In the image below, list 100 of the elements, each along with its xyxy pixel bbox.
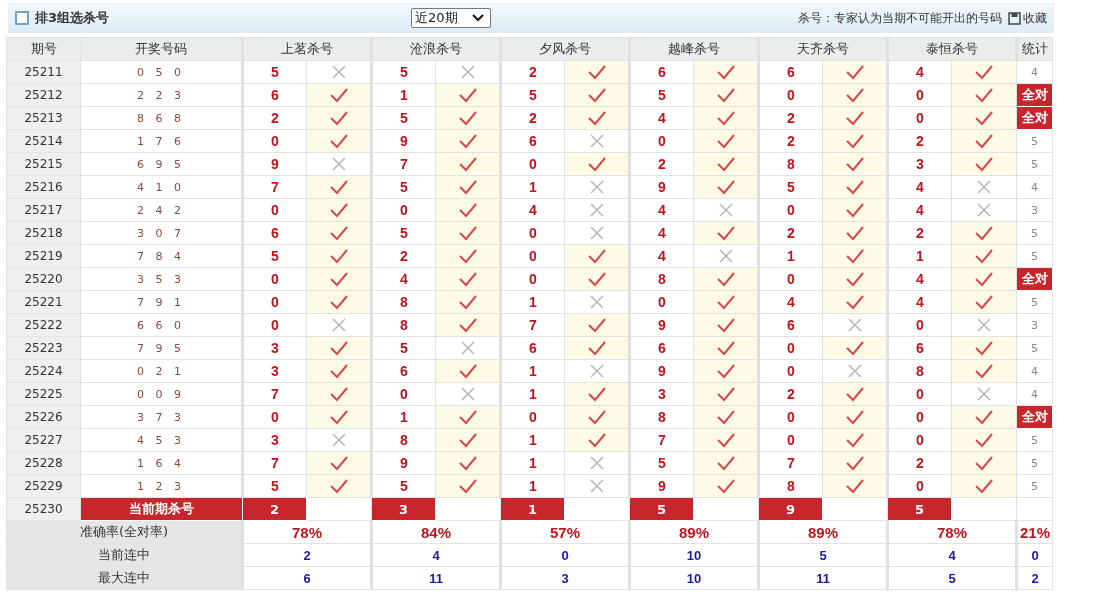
check-icon: [844, 179, 865, 195]
check-icon: [844, 248, 865, 264]
column-header: 期号: [6, 37, 81, 61]
check-icon: [844, 294, 865, 310]
summary-value: 10: [629, 543, 759, 567]
check-icon: [715, 386, 736, 402]
check-icon: [457, 455, 478, 471]
column-header: 夕风杀号: [500, 37, 630, 61]
check-icon: [586, 64, 607, 80]
check-icon: [715, 317, 736, 333]
summary-value: 0: [500, 543, 630, 567]
check-icon: [457, 225, 478, 241]
period-cell: 25226: [6, 405, 81, 429]
cross-icon: [589, 134, 604, 149]
check-icon: [974, 455, 994, 471]
summary-value: 2: [242, 543, 372, 567]
cross-icon: [331, 157, 346, 172]
check-icon: [715, 363, 736, 379]
check-icon: [844, 156, 865, 172]
check-icon: [974, 156, 994, 172]
check-icon: [586, 317, 607, 333]
check-icon: [457, 409, 478, 425]
check-icon: [974, 87, 994, 103]
check-icon: [457, 87, 478, 103]
cross-icon: [589, 364, 604, 379]
check-icon: [586, 409, 607, 425]
period-cell: 25222: [6, 313, 81, 337]
summary-label: 当前连中: [6, 543, 243, 567]
summary-value: 89%: [629, 520, 759, 544]
check-icon: [715, 294, 736, 310]
period-cell: 25211: [6, 60, 81, 84]
check-icon: [715, 156, 736, 172]
summary-value: 5: [887, 566, 1017, 590]
check-icon: [715, 87, 736, 103]
check-icon: [586, 432, 607, 448]
check-icon: [974, 340, 994, 356]
check-icon: [457, 317, 478, 333]
summary-total: 0: [1016, 543, 1053, 567]
check-icon: [715, 64, 736, 80]
check-icon: [328, 294, 349, 310]
bookmark-link[interactable]: 收藏: [1008, 9, 1047, 27]
check-icon: [715, 133, 736, 149]
summary-label: 准确率(全对率): [6, 520, 243, 544]
column-header: 泰恒杀号: [887, 37, 1017, 61]
period-select[interactable]: 近20期: [411, 8, 492, 28]
kill-number-note: 杀号：专家认为当期不可能开出的号码: [798, 9, 1002, 27]
period-cell: 25213: [6, 106, 81, 130]
cross-icon: [331, 433, 346, 448]
check-icon: [844, 225, 865, 241]
cross-icon: [847, 318, 862, 333]
check-icon: [457, 133, 478, 149]
summary-value: 78%: [242, 520, 372, 544]
check-icon: [586, 110, 607, 126]
cross-icon: [460, 341, 475, 356]
check-icon: [457, 156, 478, 172]
column-header: 天齐杀号: [758, 37, 888, 61]
summary-total: 2: [1016, 566, 1053, 590]
check-icon: [974, 110, 994, 126]
cross-icon: [589, 456, 604, 471]
check-icon: [844, 64, 865, 80]
check-icon: [974, 478, 994, 494]
check-icon: [974, 64, 994, 80]
period-cell: 25215: [6, 152, 81, 176]
column-header: 越峰杀号: [629, 37, 759, 61]
cross-icon: [977, 318, 991, 333]
check-icon: [974, 225, 994, 241]
check-icon: [715, 225, 736, 241]
check-icon: [974, 363, 994, 379]
check-icon: [844, 409, 865, 425]
period-cell: 25212: [6, 83, 81, 107]
check-icon: [328, 386, 349, 402]
cross-icon: [589, 203, 604, 218]
cross-icon: [847, 364, 862, 379]
period-cell: 25229: [6, 474, 81, 498]
cross-icon: [977, 203, 991, 218]
check-icon: [715, 478, 736, 494]
check-icon: [457, 202, 478, 218]
check-icon: [328, 455, 349, 471]
cross-icon: [331, 318, 346, 333]
check-icon: [844, 478, 865, 494]
check-icon: [844, 271, 865, 287]
check-icon: [328, 340, 349, 356]
cross-icon: [589, 479, 604, 494]
summary-value: 10: [629, 566, 759, 590]
cross-icon: [977, 180, 991, 195]
check-icon: [457, 179, 478, 195]
cross-icon: [589, 295, 604, 310]
check-icon: [974, 133, 994, 149]
check-icon: [586, 386, 607, 402]
check-icon: [328, 133, 349, 149]
summary-value: 11: [371, 566, 501, 590]
summary-label: 最大连中: [6, 566, 243, 590]
check-icon: [457, 271, 478, 287]
period-cell: 25217: [6, 198, 81, 222]
check-icon: [328, 363, 349, 379]
summary-value: 57%: [500, 520, 630, 544]
column-header: 沧浪杀号: [371, 37, 501, 61]
summary-value: 5: [758, 543, 888, 567]
period-cell: 25220: [6, 267, 81, 291]
check-icon: [974, 409, 994, 425]
